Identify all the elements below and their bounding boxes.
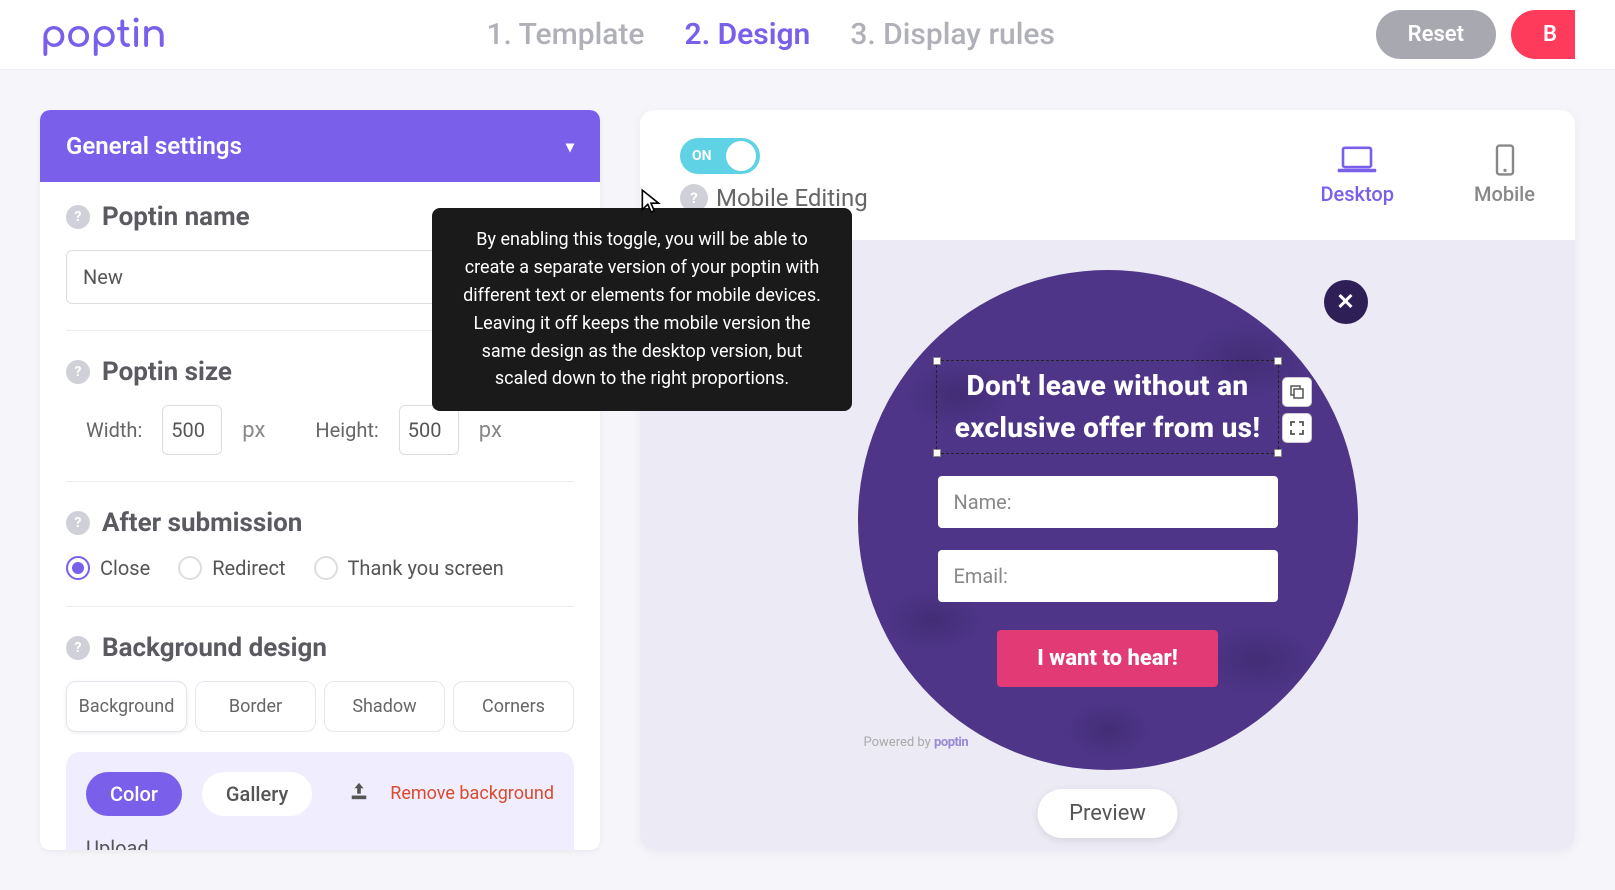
background-config-panel: Color Gallery Remove background Upload [66,752,574,850]
resize-handle[interactable] [1274,357,1282,365]
resize-handle[interactable] [933,357,941,365]
after-submission-group: ? After submission Close Redirect Thank … [66,508,574,607]
toggle-knob [726,141,756,171]
chevron-down-icon: ▾ [566,137,574,156]
laptop-icon [1336,144,1378,176]
width-unit: px [242,418,265,443]
radio-redirect-label: Redirect [212,556,285,580]
device-tabs: Desktop Mobile [1320,144,1535,206]
brand-logo: poptin [40,14,166,56]
help-icon[interactable]: ? [66,360,90,384]
resize-handle[interactable] [1274,449,1282,457]
powered-by-label: Powered by poptin [864,735,969,750]
popup-preview[interactable]: ✕ Don't leave without an exclusive offer… [858,270,1358,770]
mobile-icon [1484,144,1526,176]
tab-border[interactable]: Border [195,681,316,732]
radio-close-label: Close [100,556,150,580]
popup-headline[interactable]: Don't leave without an exclusive offer f… [955,365,1261,449]
background-design-label: Background design [102,633,327,663]
upload-link[interactable]: Upload [86,836,149,850]
duplicate-icon[interactable] [1282,377,1312,407]
expand-icon[interactable] [1282,413,1312,443]
remove-background-link[interactable]: Remove background [390,782,554,805]
wizard-steps: 1. Template 2. Design 3. Display rules [166,17,1376,52]
device-mobile-label: Mobile [1474,182,1535,206]
step-template[interactable]: 1. Template [486,17,644,52]
pill-color[interactable]: Color [86,772,182,816]
step-display-rules[interactable]: 3. Display rules [850,17,1055,52]
step-design[interactable]: 2. Design [684,17,810,52]
width-label: Width: [86,418,142,442]
width-input[interactable] [162,405,222,455]
popup-email-input[interactable]: Email: [938,550,1278,602]
reset-button[interactable]: Reset [1376,10,1496,59]
preview-button[interactable]: Preview [1037,789,1178,838]
help-icon[interactable]: ? [66,205,90,229]
tab-corners[interactable]: Corners [453,681,574,732]
topbar: poptin 1. Template 2. Design 3. Display … [0,0,1615,70]
radio-thankyou-label: Thank you screen [348,556,504,580]
radio-icon [66,556,90,580]
tab-shadow[interactable]: Shadow [324,681,445,732]
panel-title: General settings [66,132,242,160]
toggle-on-label: ON [692,148,712,164]
pill-gallery[interactable]: Gallery [202,772,312,816]
help-icon[interactable]: ? [66,636,90,660]
mobile-editing-toggle[interactable]: ON [680,138,760,174]
back-button[interactable]: B [1511,10,1575,59]
tab-background[interactable]: Background [66,681,187,732]
radio-icon [314,556,338,580]
device-tab-desktop[interactable]: Desktop [1320,144,1394,206]
radio-thankyou[interactable]: Thank you screen [314,556,504,580]
height-unit: px [479,418,502,443]
help-icon[interactable]: ? [66,511,90,535]
radio-close[interactable]: Close [66,556,150,580]
after-submission-label: After submission [102,508,302,538]
general-settings-header[interactable]: General settings ▾ [40,110,600,182]
headline-selection[interactable]: Don't leave without an exclusive offer f… [936,360,1280,454]
popup-cta-button[interactable]: I want to hear! [997,630,1218,687]
background-design-group: ? Background design Background Border Sh… [66,633,574,850]
radio-redirect[interactable]: Redirect [178,556,285,580]
top-actions: Reset B [1376,10,1575,59]
poptin-name-label: Poptin name [102,202,250,232]
radio-icon [178,556,202,580]
upload-icon[interactable] [348,781,370,807]
popup-close-button[interactable]: ✕ [1324,280,1368,324]
height-label: Height: [315,418,378,442]
mobile-editing-tooltip: By enabling this toggle, you will be abl… [432,208,852,411]
height-input[interactable] [399,405,459,455]
device-tab-mobile[interactable]: Mobile [1474,144,1535,206]
resize-handle[interactable] [933,449,941,457]
mobile-editing-control: ON ? Mobile Editing [680,138,868,212]
popup-name-input[interactable]: Name: [938,476,1278,528]
poptin-size-label: Poptin size [102,357,232,387]
device-desktop-label: Desktop [1320,182,1394,206]
